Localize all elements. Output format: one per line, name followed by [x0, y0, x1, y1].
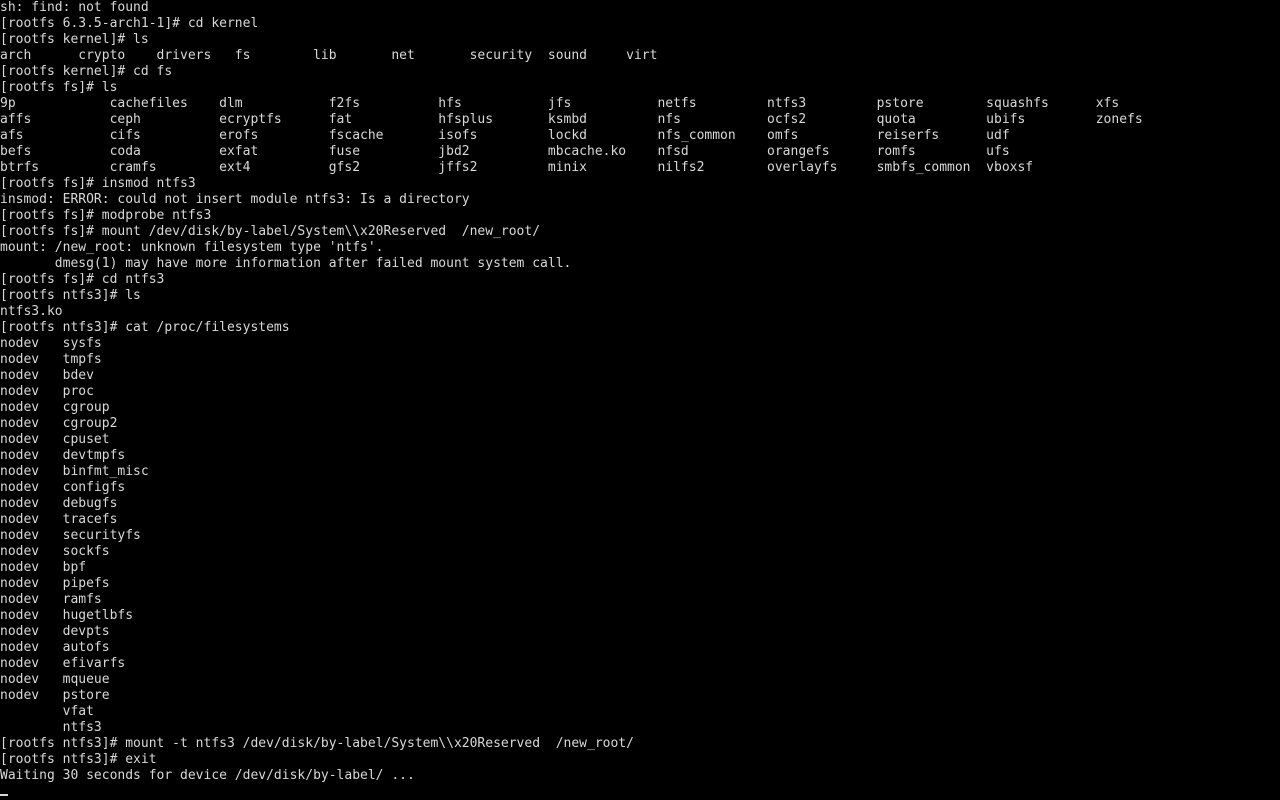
terminal-line: nodev bdev — [0, 368, 94, 383]
terminal-line: nodev ramfs — [0, 592, 102, 607]
terminal-line: [rootfs kernel]# ls — [0, 32, 149, 47]
terminal-line: Waiting 30 seconds for device /dev/disk/… — [0, 768, 415, 783]
terminal-line: affs ceph ecryptfs fat hfsplus ksmbd nfs… — [0, 112, 1143, 127]
terminal-line: befs coda exfat fuse jbd2 mbcache.ko nfs… — [0, 144, 1010, 159]
terminal-line: [rootfs 6.3.5-arch1-1]# cd kernel — [0, 16, 259, 31]
terminal-line: nodev proc — [0, 384, 94, 399]
terminal-screen[interactable]: sh: find: not found [rootfs 6.3.5-arch1-… — [0, 0, 1280, 800]
terminal-line: 9p cachefiles dlm f2fs hfs jfs netfs ntf… — [0, 96, 1120, 111]
terminal-line: vfat — [0, 704, 94, 719]
terminal-line: [rootfs ntfs3]# exit — [0, 752, 157, 767]
terminal-line: [rootfs fs]# ls — [0, 80, 118, 95]
terminal-line: ntfs3 — [0, 720, 102, 735]
terminal-line: nodev binfmt_misc — [0, 464, 149, 479]
terminal-line: afs cifs erofs fscache isofs lockd nfs_c… — [0, 128, 1010, 143]
terminal-line: [rootfs kernel]# cd fs — [0, 64, 173, 79]
terminal-line: nodev configfs — [0, 480, 126, 495]
terminal-line: nodev mqueue — [0, 672, 110, 687]
terminal-line: nodev devtmpfs — [0, 448, 126, 463]
terminal-line: nodev pipefs — [0, 576, 110, 591]
terminal-line: [rootfs ntfs3]# ls — [0, 288, 141, 303]
terminal-line: btrfs cramfs ext4 gfs2 jffs2 minix nilfs… — [0, 160, 1034, 175]
terminal-line: nodev debugfs — [0, 496, 118, 511]
terminal-line: nodev tracefs — [0, 512, 118, 527]
terminal-line: [rootfs fs]# cd ntfs3 — [0, 272, 165, 287]
text-cursor — [0, 794, 8, 796]
terminal-line: sh: find: not found — [0, 0, 149, 15]
terminal-line: nodev cgroup2 — [0, 416, 118, 431]
terminal-line: nodev tmpfs — [0, 352, 102, 367]
terminal-line: dmesg(1) may have more information after… — [0, 256, 572, 271]
terminal-line: nodev sockfs — [0, 544, 110, 559]
terminal-line: [rootfs ntfs3]# cat /proc/filesystems — [0, 320, 290, 335]
terminal-line: [rootfs fs]# modprobe ntfs3 — [0, 208, 212, 223]
terminal-line: nodev bpf — [0, 560, 87, 575]
terminal-line: nodev devpts — [0, 624, 110, 639]
terminal-line: ntfs3.ko — [0, 304, 63, 319]
terminal-line: [rootfs fs]# mount /dev/disk/by-label/Sy… — [0, 224, 541, 239]
terminal-line: nodev hugetlbfs — [0, 608, 134, 623]
terminal-line: insmod: ERROR: could not insert module n… — [0, 192, 470, 207]
terminal-line: [rootfs ntfs3]# mount -t ntfs3 /dev/disk… — [0, 736, 634, 751]
terminal-line: nodev cpuset — [0, 432, 110, 447]
terminal-line: nodev autofs — [0, 640, 110, 655]
terminal-line: nodev efivarfs — [0, 656, 126, 671]
terminal-line: nodev pstore — [0, 688, 110, 703]
terminal-line: [rootfs fs]# insmod ntfs3 — [0, 176, 196, 191]
terminal-line: mount: /new_root: unknown filesystem typ… — [0, 240, 384, 255]
terminal-line: arch crypto drivers fs lib net security … — [0, 48, 658, 63]
terminal-line: nodev securityfs — [0, 528, 141, 543]
terminal-line: nodev cgroup — [0, 400, 110, 415]
terminal-line: nodev sysfs — [0, 336, 102, 351]
